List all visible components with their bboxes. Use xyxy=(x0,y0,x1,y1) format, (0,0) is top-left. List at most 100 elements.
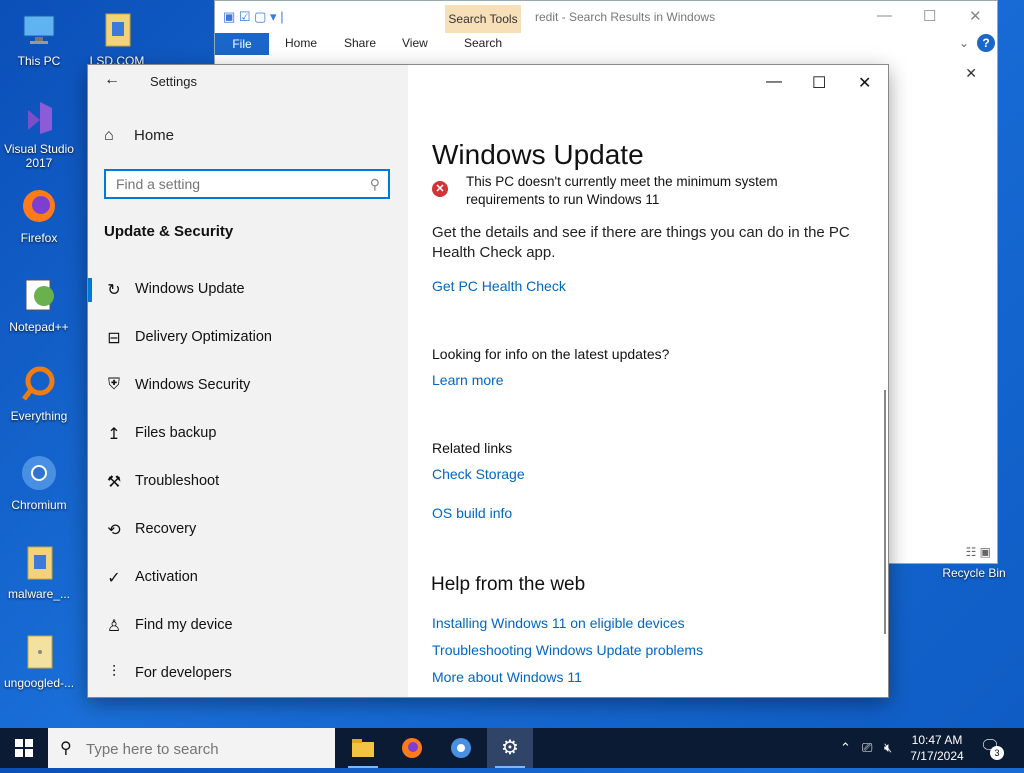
os-build-info-link[interactable]: OS build info xyxy=(432,505,512,521)
desktop-icon-label: Visual Studio 2017 xyxy=(4,142,74,170)
chromium-icon xyxy=(18,452,60,494)
taskbar-file-explorer[interactable] xyxy=(340,728,386,768)
home-label: Home xyxy=(134,127,175,144)
desktop-icon-label: malware_... xyxy=(7,587,71,601)
nav-item-delivery-optimization[interactable]: ⊟ Delivery Optimization xyxy=(88,314,408,362)
desktop-icon-ungoogled[interactable]: ungoogled-... xyxy=(0,630,78,690)
volume-muted-icon[interactable]: 🔇︎ xyxy=(884,728,892,768)
desktop-icon-chromium[interactable]: Chromium xyxy=(0,452,78,512)
home-link[interactable]: ⌂ Home xyxy=(104,127,174,145)
nav-item-troubleshoot[interactable]: ⚒ Troubleshoot xyxy=(88,458,408,506)
nav-item-find-my-device[interactable]: ♙ Find my device xyxy=(88,602,408,650)
file-icon xyxy=(18,630,60,672)
taskbar-chromium[interactable] xyxy=(438,728,484,768)
nav-item-activation[interactable]: ✓ Activation xyxy=(88,554,408,602)
nav-item-windows-security[interactable]: ⛨ Windows Security xyxy=(88,362,408,410)
notepad-plus-plus-icon xyxy=(18,274,60,316)
nav-item-recovery[interactable]: ⟲ Recovery xyxy=(88,506,408,554)
settings-content: — ☐ ✕ Windows Update ✕ This PC doesn't c… xyxy=(408,65,888,697)
shield-icon: ⛨ xyxy=(107,376,120,393)
firefox-icon xyxy=(18,185,60,227)
quick-access-toolbar[interactable]: ▣ ☑ ▢ ▾ | xyxy=(223,9,284,25)
help-link-install[interactable]: Installing Windows 11 on eligible device… xyxy=(432,615,685,631)
network-icon[interactable]: ⎚ xyxy=(862,728,872,768)
visual-studio-icon xyxy=(18,96,60,138)
pc-health-check-link[interactable]: Get PC Health Check xyxy=(432,278,566,294)
nav-label: Troubleshoot xyxy=(135,473,220,489)
close-icon[interactable]: ✕ xyxy=(858,73,871,93)
ribbon-tab-view[interactable]: View xyxy=(402,36,428,50)
start-button[interactable] xyxy=(0,728,48,768)
explorer-title: redit - Search Results in Windows xyxy=(535,10,716,24)
close-icon[interactable]: ✕ xyxy=(969,7,982,25)
desktop-icon-label: Recycle Bin xyxy=(942,566,1006,580)
backup-icon: ↥ xyxy=(107,426,121,443)
error-icon: ✕ xyxy=(432,181,448,197)
learn-more-link[interactable]: Learn more xyxy=(432,372,504,388)
maximize-icon[interactable]: ☐ xyxy=(923,7,936,25)
error-message: This PC doesn't currently meet the minim… xyxy=(466,174,778,207)
find-device-icon: ♙ xyxy=(106,618,122,635)
windows-logo-icon xyxy=(15,739,33,757)
help-icon[interactable]: ? xyxy=(977,34,995,52)
settings-gear-icon: ⚙ xyxy=(501,737,519,759)
taskbar-settings[interactable]: ⚙ xyxy=(487,728,533,768)
minimize-icon[interactable]: — xyxy=(766,73,782,91)
file-icon xyxy=(18,541,60,583)
chevron-down-icon[interactable]: ⌄ xyxy=(959,36,969,50)
nav-item-for-developers[interactable]: ⫶ For developers xyxy=(88,650,408,698)
nav-item-windows-update[interactable]: ↻ Windows Update xyxy=(88,266,408,314)
ribbon-tab-share[interactable]: Share xyxy=(344,36,376,50)
taskbar-firefox[interactable] xyxy=(389,728,435,768)
explorer-titlebar: ▣ ☑ ▢ ▾ | Search Tools redit - Search Re… xyxy=(215,1,997,33)
desktop-icon-label: Everything xyxy=(10,409,68,423)
desktop-icon-firefox[interactable]: Firefox xyxy=(0,185,78,245)
file-explorer-icon xyxy=(352,739,374,757)
taskbar-clock[interactable]: 10:47 AM 7/17/2024 xyxy=(906,732,968,764)
view-toggle-icon[interactable]: ☷ ▣ xyxy=(966,545,991,559)
taskbar-search[interactable]: ⚲ xyxy=(48,728,335,768)
nav-label: Delivery Optimization xyxy=(135,329,272,345)
folder-icon xyxy=(96,8,138,50)
desktop-icon-this-pc[interactable]: This PC xyxy=(0,8,78,68)
developer-icon: ⫶ xyxy=(111,664,116,681)
desktop-icon-visual-studio[interactable]: Visual Studio 2017 xyxy=(0,96,78,170)
refresh-icon: ↻ xyxy=(107,282,121,299)
nav-label: For developers xyxy=(135,665,232,681)
search-tools-tab[interactable]: Search Tools xyxy=(445,5,521,33)
minimize-icon[interactable]: — xyxy=(877,7,892,24)
ribbon-tab-file[interactable]: File xyxy=(215,33,269,55)
back-arrow-icon[interactable]: ← xyxy=(104,71,120,89)
desktop-icon-everything[interactable]: Everything xyxy=(0,363,78,423)
chevron-up-icon[interactable]: ⌃ xyxy=(840,728,851,768)
delivery-optimization-icon: ⊟ xyxy=(107,330,121,347)
home-icon: ⌂ xyxy=(104,127,114,144)
desktop-icon-notepad[interactable]: Notepad++ xyxy=(0,274,78,334)
help-link-more[interactable]: More about Windows 11 xyxy=(432,669,582,685)
scrollbar[interactable] xyxy=(884,390,886,634)
taskbar-search-input[interactable] xyxy=(84,734,328,764)
page-title: Windows Update xyxy=(432,138,644,170)
settings-search[interactable]: ⚲ xyxy=(104,169,390,199)
ribbon-tab-home[interactable]: Home xyxy=(285,36,317,50)
settings-search-input[interactable] xyxy=(106,171,366,197)
desktop-icon-label: Chromium xyxy=(11,498,67,512)
desktop-icon-lsd-com[interactable]: LSD.COM xyxy=(78,8,156,68)
check-circle-icon: ✓ xyxy=(107,570,121,587)
nav-label: Windows Security xyxy=(135,377,251,393)
desktop-icon-malware[interactable]: malware_... xyxy=(0,541,78,601)
help-link-troubleshoot[interactable]: Troubleshooting Windows Update problems xyxy=(432,642,703,658)
section-title: Update & Security xyxy=(104,223,234,240)
notification-count: 3 xyxy=(990,746,1004,760)
nav-item-files-backup[interactable]: ↥ Files backup xyxy=(88,410,408,458)
desktop-icon-recycle-bin[interactable]: Recycle Bin xyxy=(935,566,1013,580)
clear-search-icon[interactable]: ✕ xyxy=(965,65,977,82)
check-storage-link[interactable]: Check Storage xyxy=(432,466,525,482)
search-icon: ⚲ xyxy=(60,740,72,757)
ribbon-tab-search[interactable]: Search xyxy=(464,36,502,50)
settings-window[interactable]: ← Settings ⌂ Home ⚲ Update & Security ↻ W… xyxy=(88,65,888,697)
everything-icon xyxy=(18,363,60,405)
desktop-icon-label: Notepad++ xyxy=(9,320,69,334)
pc-icon xyxy=(18,8,60,50)
maximize-icon[interactable]: ☐ xyxy=(812,73,826,93)
